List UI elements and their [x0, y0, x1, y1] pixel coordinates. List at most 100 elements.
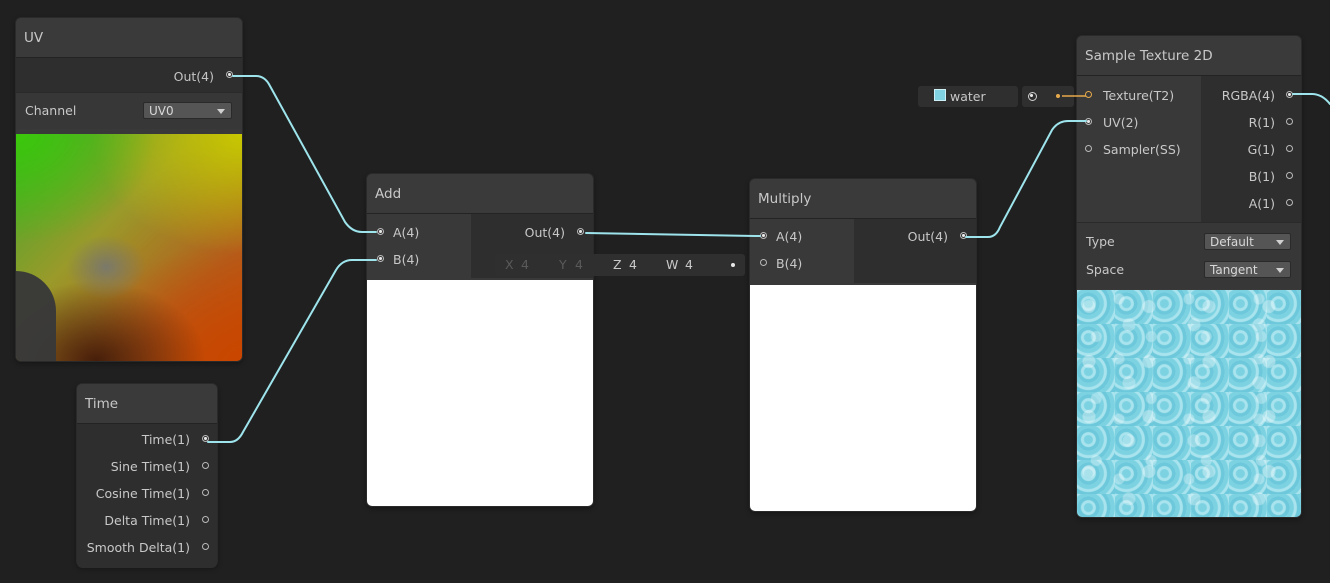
- multiply-node[interactable]: Multiply A(4) B(4) Out(4): [750, 179, 976, 511]
- add-input-b-port[interactable]: [377, 255, 384, 262]
- cosine-time-label: Cosine Time(1): [95, 486, 190, 501]
- texture-property-output: [1022, 86, 1074, 107]
- uv-output-label: Out(4): [173, 69, 214, 84]
- multiply-inputs: A(4) B(4): [750, 219, 854, 283]
- rgba-output-label: RGBA(4): [1221, 88, 1275, 103]
- sine-time-output-row: Sine Time(1): [77, 453, 217, 480]
- sine-time-port[interactable]: [202, 462, 209, 469]
- texture-link-dot: [1056, 94, 1060, 98]
- sampler-input-port[interactable]: [1085, 145, 1092, 152]
- cosine-time-port[interactable]: [202, 489, 209, 496]
- sample-texture-inputs: Texture(T2) UV(2) Sampler(SS): [1077, 76, 1201, 222]
- space-dropdown[interactable]: Tangent: [1204, 261, 1291, 278]
- g-output-label: G(1): [1247, 142, 1275, 157]
- wire-add-to-multiply-a: [585, 232, 761, 237]
- multiply-input-b-port[interactable]: [760, 259, 767, 266]
- add-node-title[interactable]: Add: [367, 174, 593, 214]
- multiply-input-a-label: A(4): [776, 229, 803, 244]
- b-output-label: B(1): [1248, 169, 1275, 184]
- uv-output-row: Out(4): [16, 58, 242, 92]
- channel-value: UV0: [149, 104, 174, 118]
- a-output-label: A(1): [1248, 196, 1275, 211]
- add-input-a-port[interactable]: [377, 228, 384, 235]
- field-z-label: Z: [613, 257, 622, 272]
- chevron-down-icon: [1276, 240, 1284, 245]
- time-outputs: Time(1) Sine Time(1) Cosine Time(1) Delt…: [77, 424, 217, 568]
- rgba-output-port[interactable]: [1286, 91, 1293, 98]
- type-value: Default: [1210, 235, 1254, 249]
- delta-time-label: Delta Time(1): [104, 513, 190, 528]
- time-output-label: Time(1): [141, 432, 190, 447]
- sample-texture-preview: [1077, 290, 1301, 517]
- type-dropdown[interactable]: Default: [1204, 233, 1291, 250]
- multiply-input-a-row: A(4): [750, 223, 854, 250]
- add-b-default-fields: X 4 Y 4 Z 4 W 4: [495, 254, 745, 276]
- b-output-port[interactable]: [1286, 172, 1293, 179]
- field-x-label: X: [505, 257, 514, 272]
- sampler-input-label: Sampler(SS): [1103, 142, 1181, 157]
- b-output-row: B(1): [1201, 163, 1301, 190]
- add-output-label: Out(4): [524, 225, 565, 240]
- add-input-b-row: B(4): [367, 246, 471, 273]
- r-output-port[interactable]: [1286, 118, 1293, 125]
- uv-input-port[interactable]: [1085, 118, 1092, 125]
- uv-input-row: UV(2): [1077, 109, 1201, 136]
- r-output-label: R(1): [1248, 115, 1275, 130]
- time-node[interactable]: Time Time(1) Sine Time(1) Cosine Time(1)…: [77, 384, 217, 568]
- add-output-port[interactable]: [577, 228, 584, 235]
- sample-texture-2d-node[interactable]: Sample Texture 2D Texture(T2) UV(2) Samp…: [1077, 36, 1301, 517]
- rgba-output-row: RGBA(4): [1201, 82, 1301, 109]
- sine-time-label: Sine Time(1): [110, 459, 190, 474]
- add-output-row: Out(4): [471, 219, 593, 246]
- texture-swatch-icon: [934, 89, 946, 101]
- channel-label: Channel: [25, 103, 77, 118]
- uv-output-port[interactable]: [226, 71, 233, 78]
- g-output-row: G(1): [1201, 136, 1301, 163]
- uv-node[interactable]: UV Out(4) Channel UV0: [16, 18, 242, 361]
- multiply-output-port[interactable]: [960, 232, 967, 239]
- texture-property-port[interactable]: [1028, 92, 1037, 101]
- multiply-node-title[interactable]: Multiply: [750, 179, 976, 219]
- chevron-down-icon: [1276, 268, 1284, 273]
- field-y-label: Y: [559, 257, 567, 272]
- multiply-output-row: Out(4): [854, 223, 976, 250]
- multiply-input-a-port[interactable]: [760, 232, 767, 239]
- field-w-label: W: [666, 257, 679, 272]
- sample-texture-settings: Type Default Space Tangent: [1077, 222, 1301, 289]
- field-x-value[interactable]: 4: [521, 257, 529, 272]
- add-preview: [367, 280, 593, 506]
- field-w-value[interactable]: 4: [685, 257, 693, 272]
- texture-input-port[interactable]: [1085, 91, 1092, 98]
- sample-texture-title[interactable]: Sample Texture 2D: [1077, 36, 1301, 76]
- delta-time-output-row: Delta Time(1): [77, 507, 217, 534]
- b-default-connector-dot: [731, 263, 735, 267]
- field-y-value[interactable]: 4: [575, 257, 583, 272]
- texture-property-pill[interactable]: water: [918, 86, 1018, 107]
- time-node-title[interactable]: Time: [77, 384, 217, 424]
- uv-channel-row: Channel UV0: [16, 92, 242, 129]
- time-output-port[interactable]: [202, 435, 209, 442]
- uv-preview: [16, 134, 242, 361]
- texture-property-name: water: [950, 89, 986, 104]
- g-output-port[interactable]: [1286, 145, 1293, 152]
- a-output-port[interactable]: [1286, 199, 1293, 206]
- type-label: Type: [1086, 234, 1115, 249]
- channel-dropdown[interactable]: UV0: [143, 102, 232, 119]
- add-node[interactable]: Add A(4) B(4) Out(4): [367, 174, 593, 506]
- smooth-delta-port[interactable]: [202, 543, 209, 550]
- multiply-output-label: Out(4): [907, 229, 948, 244]
- sampler-input-row: Sampler(SS): [1077, 136, 1201, 163]
- wire-multiply-to-texture-uv: [965, 120, 1087, 238]
- multiply-preview: [750, 285, 976, 511]
- delta-time-port[interactable]: [202, 516, 209, 523]
- a-output-row: A(1): [1201, 190, 1301, 217]
- sample-texture-outputs: RGBA(4) R(1) G(1) B(1) A(1): [1201, 76, 1301, 222]
- multiply-outputs: Out(4): [854, 219, 976, 283]
- smooth-delta-label: Smooth Delta(1): [86, 540, 190, 555]
- wire-uv-to-add-a: [232, 75, 377, 233]
- field-z-value[interactable]: 4: [629, 257, 637, 272]
- uv-node-title[interactable]: UV: [16, 18, 242, 58]
- multiply-input-b-label: B(4): [776, 256, 803, 271]
- time-output-row: Time(1): [77, 426, 217, 453]
- multiply-input-b-row: B(4): [750, 250, 854, 277]
